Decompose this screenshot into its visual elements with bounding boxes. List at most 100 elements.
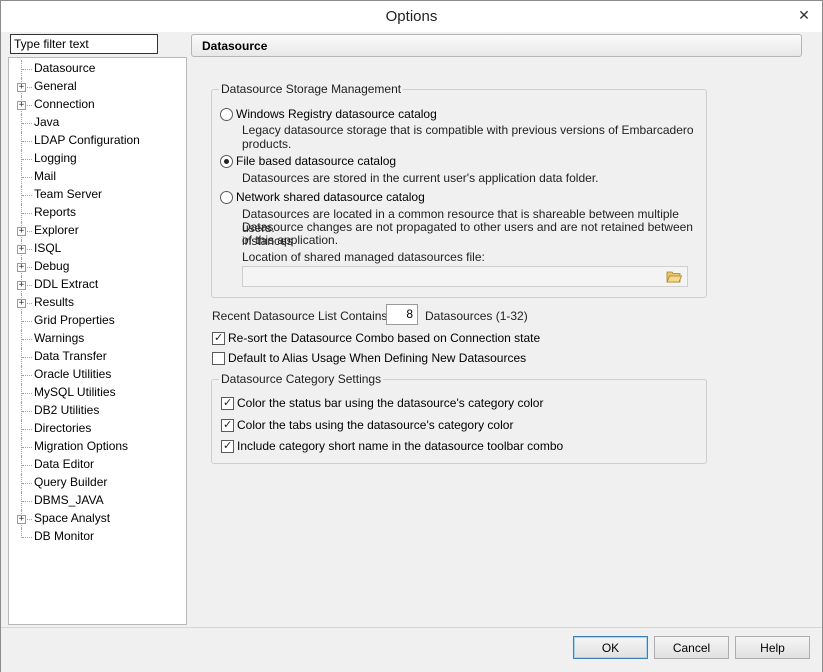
tree-item-datasource[interactable]: Datasource <box>9 60 185 78</box>
expand-icon[interactable]: + <box>17 227 26 236</box>
checkbox-label: Default to Alias Usage When Defining New… <box>228 351 527 365</box>
tree-item-debug[interactable]: + Debug <box>9 258 185 276</box>
tree-item-dbms-java[interactable]: DBMS_JAVA <box>9 492 185 510</box>
checkbox-label: Include category short name in the datas… <box>237 439 564 453</box>
default-alias-checkbox[interactable]: Default to Alias Usage When Defining New… <box>212 351 526 365</box>
color-tabs-checkbox[interactable]: Color the tabs using the datasource's ca… <box>221 418 513 432</box>
expand-icon[interactable]: + <box>17 299 26 308</box>
tree-item-mysql-utilities[interactable]: MySQL Utilities <box>9 384 185 402</box>
category-group-legend: Datasource Category Settings <box>219 372 384 386</box>
tree-item-explorer[interactable]: + Explorer <box>9 222 185 240</box>
tree-item-label: Directories <box>34 421 92 435</box>
recent-list-label: Recent Datasource List Contains: <box>212 309 391 323</box>
tree-item-team-server[interactable]: Team Server <box>9 186 185 204</box>
tree-item-ldap-configuration[interactable]: LDAP Configuration <box>9 132 185 150</box>
resort-combo-checkbox[interactable]: Re-sort the Datasource Combo based on Co… <box>212 331 540 345</box>
expand-icon[interactable]: + <box>17 83 26 92</box>
category-shortname-checkbox[interactable]: Include category short name in the datas… <box>221 439 563 453</box>
tree-item-general[interactable]: + General <box>9 78 185 96</box>
expand-icon[interactable]: + <box>17 245 26 254</box>
tree-connector <box>22 213 32 214</box>
tree-item-label: MySQL Utilities <box>34 385 116 399</box>
title-bar: Options ✕ <box>1 1 822 32</box>
tree-item-logging[interactable]: Logging <box>9 150 185 168</box>
expand-icon[interactable]: + <box>17 263 26 272</box>
ok-button[interactable]: OK <box>573 636 648 659</box>
option-description: products. <box>242 137 292 151</box>
expand-icon[interactable]: + <box>17 101 26 110</box>
checkbox-label: Color the tabs using the datasource's ca… <box>237 418 514 432</box>
radio-windows-registry[interactable]: Windows Registry datasource catalog <box>220 107 437 121</box>
tree-item-migration-options[interactable]: Migration Options <box>9 438 185 456</box>
tree-connector <box>22 465 32 466</box>
color-statusbar-checkbox[interactable]: Color the status bar using the datasourc… <box>221 396 543 410</box>
checkbox[interactable] <box>221 439 234 453</box>
cancel-button[interactable]: Cancel <box>654 636 729 659</box>
panel-title: Datasource <box>202 39 268 53</box>
tree-item-label: Query Builder <box>34 475 108 489</box>
tree-item-directories[interactable]: Directories <box>9 420 185 438</box>
tree-item-label: Mail <box>34 169 57 183</box>
tree-item-connection[interactable]: + Connection <box>9 96 185 114</box>
option-description: Legacy datasource storage that is compat… <box>242 123 694 137</box>
tree-item-java[interactable]: Java <box>9 114 185 132</box>
tree-connector <box>22 483 32 484</box>
radio-button[interactable] <box>220 190 233 204</box>
tree-item-label: Explorer <box>34 223 79 237</box>
recent-count-input[interactable]: 8 <box>386 304 418 325</box>
tree-connector <box>22 159 32 160</box>
tree-item-isql[interactable]: + ISQL <box>9 240 185 258</box>
options-dialog: Options ✕ Datasource + General + Connection J… <box>0 0 823 672</box>
radio-label: File based datasource catalog <box>236 154 397 168</box>
tree-item-label: Migration Options <box>34 439 129 453</box>
tree-item-label: Oracle Utilities <box>34 367 112 381</box>
tree-connector <box>22 339 32 340</box>
checkbox[interactable] <box>221 418 234 432</box>
radio-button[interactable] <box>220 154 233 168</box>
checkbox[interactable] <box>221 396 234 410</box>
tree-item-label: DB Monitor <box>34 529 95 543</box>
tree-connector <box>22 411 32 412</box>
tree-item-label: Space Analyst <box>34 511 111 525</box>
tree-item-db-monitor[interactable]: DB Monitor <box>9 528 185 546</box>
tree-item-label: Grid Properties <box>34 313 115 327</box>
checkbox[interactable] <box>212 351 225 365</box>
tree-item-label: Reports <box>34 205 77 219</box>
checkbox[interactable] <box>212 331 225 345</box>
tree-item-label: Results <box>34 295 75 309</box>
tree-item-query-builder[interactable]: Query Builder <box>9 474 185 492</box>
options-tree[interactable]: Datasource + General + Connection Java LDAP Co… <box>8 57 187 625</box>
dialog-button-bar: OK Cancel Help <box>1 627 822 672</box>
tree-item-db2-utilities[interactable]: DB2 Utilities <box>9 402 185 420</box>
shared-file-path-input[interactable] <box>242 266 688 287</box>
tree-connector <box>22 501 32 502</box>
close-icon[interactable]: ✕ <box>792 5 816 25</box>
tree-item-results[interactable]: + Results <box>9 294 185 312</box>
tree-item-space-analyst[interactable]: + Space Analyst <box>9 510 185 528</box>
folder-open-icon[interactable] <box>662 268 686 285</box>
radio-label: Network shared datasource catalog <box>236 190 425 204</box>
tree-item-reports[interactable]: Reports <box>9 204 185 222</box>
radio-network-shared[interactable]: Network shared datasource catalog <box>220 190 425 204</box>
radio-button[interactable] <box>220 107 233 121</box>
storage-group-legend: Datasource Storage Management <box>219 82 404 96</box>
tree-connector <box>22 123 32 124</box>
radio-file-based[interactable]: File based datasource catalog <box>220 154 396 168</box>
tree-connector <box>22 141 32 142</box>
expand-icon[interactable]: + <box>17 515 26 524</box>
tree-item-label: Data Transfer <box>34 349 107 363</box>
filter-input[interactable] <box>10 34 158 54</box>
tree-item-data-editor[interactable]: Data Editor <box>9 456 185 474</box>
tree-item-label: Team Server <box>34 187 103 201</box>
tree-item-warnings[interactable]: Warnings <box>9 330 185 348</box>
tree-item-mail[interactable]: Mail <box>9 168 185 186</box>
tree-item-oracle-utilities[interactable]: Oracle Utilities <box>9 366 185 384</box>
tree-connector <box>22 429 32 430</box>
help-button[interactable]: Help <box>735 636 810 659</box>
tree-item-ddl-extract[interactable]: + DDL Extract <box>9 276 185 294</box>
location-label: Location of shared managed datasources f… <box>242 250 485 264</box>
tree-connector <box>22 357 32 358</box>
expand-icon[interactable]: + <box>17 281 26 290</box>
tree-item-grid-properties[interactable]: Grid Properties <box>9 312 185 330</box>
tree-item-data-transfer[interactable]: Data Transfer <box>9 348 185 366</box>
